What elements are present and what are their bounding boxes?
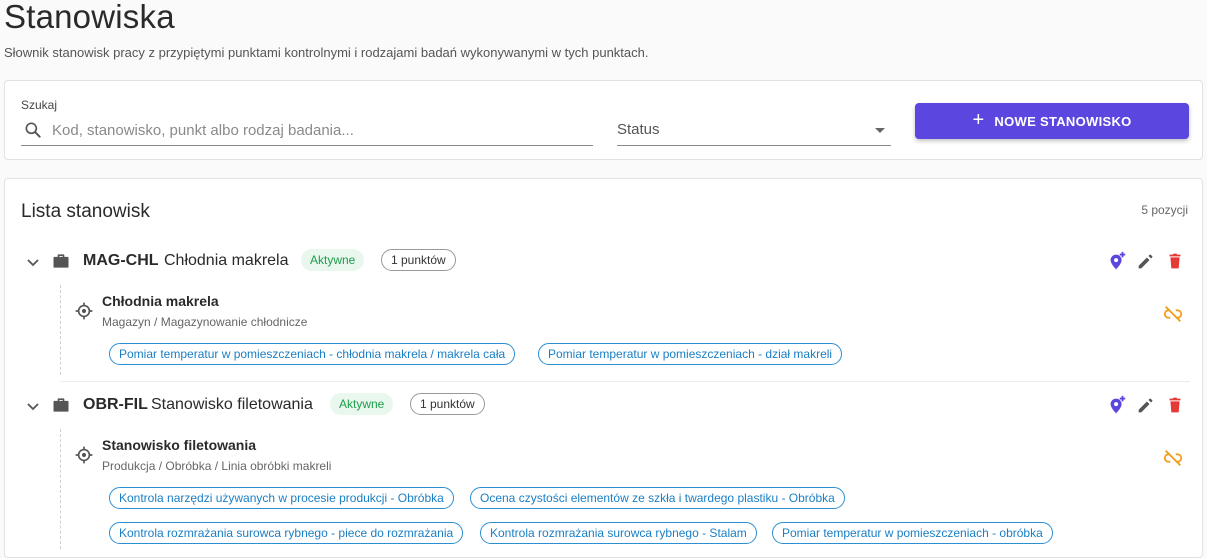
search-panel: Szukaj Status + NOWE STANOWISKO <box>4 80 1203 160</box>
briefcase-icon <box>53 254 69 268</box>
status-badge: Aktywne <box>330 393 394 415</box>
station-name: Stanowisko filetowania <box>151 396 313 413</box>
point-rail <box>60 285 61 375</box>
edit-icon[interactable] <box>1135 394 1157 416</box>
search-input[interactable] <box>52 119 582 141</box>
divider <box>60 381 1190 382</box>
edit-icon[interactable] <box>1135 250 1157 272</box>
point-path: Magazyn / Magazynowanie chłodnicze <box>102 315 308 329</box>
station-code: OBR-FIL <box>83 396 148 413</box>
briefcase-icon <box>53 398 69 412</box>
control-point: Stanowisko filetowania Produkcja / Obrób… <box>60 429 1190 549</box>
caret-down-icon <box>875 128 885 133</box>
points-count-badge: 1 punktów <box>410 393 485 415</box>
test-type-chip[interactable]: Kontrola rozmrażania surowca rybnego - S… <box>480 522 757 544</box>
search-field[interactable] <box>21 117 593 146</box>
point-rail <box>60 429 61 549</box>
crosshair-icon <box>75 446 93 464</box>
test-type-chip[interactable]: Ocena czystości elementów ze szkła i twa… <box>470 487 845 509</box>
test-type-chip[interactable]: Pomiar temperatur w pomieszczeniach - dz… <box>538 343 843 365</box>
unlink-icon[interactable] <box>1162 303 1184 325</box>
plus-icon: + <box>972 109 985 131</box>
search-icon <box>25 122 41 138</box>
unlink-icon[interactable] <box>1162 447 1184 469</box>
search-label: Szukaj <box>21 98 58 112</box>
chevron-down-icon[interactable] <box>25 254 41 270</box>
new-station-button-label: NOWE STANOWISKO <box>994 113 1132 129</box>
status-select-label: Status <box>617 121 660 138</box>
test-type-chip[interactable]: Kontrola narzędzi używanych w procesie p… <box>109 487 454 509</box>
list-count: 5 pozycji <box>1141 203 1188 217</box>
test-type-chip[interactable]: Pomiar temperatur w pomieszczeniach - ch… <box>109 343 516 365</box>
add-location-icon[interactable] <box>1106 250 1128 272</box>
point-name: Stanowisko filetowania <box>102 437 257 453</box>
station-code: MAG-CHL <box>83 252 159 269</box>
station-header: MAG-CHL Chłodnia makrela Aktywne 1 punkt… <box>5 245 1204 277</box>
crosshair-icon <box>75 302 93 320</box>
status-select[interactable]: Status <box>617 117 891 146</box>
station-header: OBR-FIL Stanowisko filetowania Aktywne 1… <box>5 389 1204 421</box>
test-type-chip[interactable]: Pomiar temperatur w pomieszczeniach - ob… <box>772 522 1053 544</box>
page-title: Stanowiska <box>4 0 175 35</box>
control-point: Chłodnia makrela Magazyn / Magazynowanie… <box>60 285 1190 375</box>
delete-icon[interactable] <box>1164 394 1186 416</box>
list-title: Lista stanowisk <box>21 201 150 222</box>
new-station-button[interactable]: + NOWE STANOWISKO <box>915 103 1189 139</box>
test-type-chip[interactable]: Kontrola rozmrażania surowca rybnego - p… <box>109 522 464 544</box>
station-name: Chłodnia makrela <box>164 252 289 269</box>
chevron-down-icon[interactable] <box>25 398 41 414</box>
delete-icon[interactable] <box>1164 250 1186 272</box>
points-count-badge: 1 punktów <box>381 249 456 271</box>
page-subtitle: Słownik stanowisk pracy z przypiętymi pu… <box>4 45 649 60</box>
station-list-panel: Lista stanowisk 5 pozycji MAG-CHL Chłodn… <box>4 178 1203 558</box>
point-path: Produkcja / Obróbka / Linia obróbki makr… <box>102 459 332 473</box>
status-badge: Aktywne <box>301 249 365 271</box>
point-name: Chłodnia makrela <box>102 293 219 309</box>
add-location-icon[interactable] <box>1106 394 1128 416</box>
